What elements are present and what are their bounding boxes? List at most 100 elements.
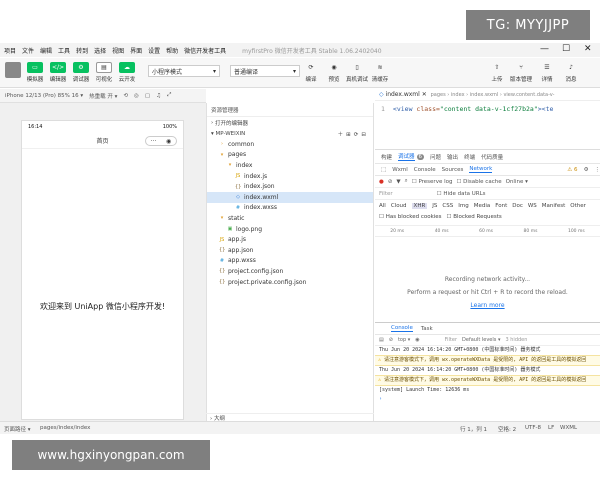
minimize-icon[interactable]: — bbox=[540, 44, 549, 54]
warning-count[interactable]: ⚠ 6 bbox=[567, 167, 577, 173]
page-path-label[interactable]: 页面路径 ▾ bbox=[4, 425, 31, 433]
capsule-close-icon[interactable]: ◉ bbox=[166, 138, 171, 145]
menu-item[interactable]: 文件 bbox=[22, 46, 34, 55]
type-filter[interactable]: JS bbox=[432, 203, 437, 209]
device-select[interactable]: iPhone 12/13 (Pro) 85% 16 ▾ bbox=[5, 93, 83, 99]
type-filter[interactable]: Manifest bbox=[542, 203, 565, 209]
tree-item[interactable]: # index.wxss bbox=[207, 203, 373, 214]
simulator-button[interactable]: ▭ 模拟器 bbox=[24, 62, 46, 83]
devtools-tab[interactable]: 输出 bbox=[447, 153, 458, 161]
tree-item[interactable]: ◇ index.wxml bbox=[207, 191, 373, 203]
record-icon[interactable]: ◎ bbox=[134, 93, 139, 99]
devtools-subtab[interactable]: Wxml bbox=[392, 167, 408, 173]
devtools-subtab[interactable]: Sources bbox=[442, 167, 464, 173]
menu-item[interactable]: 设置 bbox=[148, 46, 160, 55]
throttle-select[interactable]: Online ▾ bbox=[506, 179, 528, 185]
messages-button[interactable]: ♪ 消息 bbox=[560, 62, 582, 83]
devtools-tab[interactable]: 代码质量 bbox=[481, 153, 503, 161]
menu-item[interactable]: 项目 bbox=[4, 46, 16, 55]
tree-item[interactable]: {} index.json bbox=[207, 181, 373, 192]
tree-item[interactable]: {} project.config.json bbox=[207, 266, 373, 277]
eol[interactable]: LF bbox=[548, 425, 554, 431]
explorer-actions-icon[interactable]: ＋⊞⟳⊟ bbox=[338, 130, 369, 138]
clear-cache-button[interactable]: ≋ 清缓存 bbox=[369, 62, 391, 83]
gear-icon[interactable]: ⚙ bbox=[584, 167, 589, 173]
console-tab[interactable]: Task bbox=[421, 326, 433, 332]
tree-item[interactable]: # app.wxss bbox=[207, 256, 373, 267]
debugger-button[interactable]: ⚙ 调试器 bbox=[70, 62, 92, 83]
tree-item[interactable]: ▾ index bbox=[207, 160, 373, 171]
compile-button[interactable]: ⟳ 编译 bbox=[300, 62, 322, 83]
clear-icon[interactable]: ⊘ bbox=[388, 179, 393, 185]
tree-item[interactable]: ▾ pages bbox=[207, 150, 373, 161]
cloud-button[interactable]: ☁ 云开发 bbox=[116, 62, 138, 83]
inspect-icon[interactable]: ⬚ bbox=[381, 167, 386, 173]
menu-item[interactable]: 选择 bbox=[94, 46, 106, 55]
type-filter[interactable]: Other bbox=[570, 203, 586, 209]
console-filter-input[interactable]: Filter bbox=[445, 337, 457, 343]
disable-cache-checkbox[interactable]: ☐ Disable cache bbox=[456, 179, 501, 185]
type-filter[interactable]: Media bbox=[474, 203, 491, 209]
version-button[interactable]: ⑂ 版本管理 bbox=[510, 62, 532, 83]
close-icon[interactable]: ✕ bbox=[584, 44, 592, 54]
open-editors-section[interactable]: › 打开的编辑器 bbox=[207, 117, 373, 128]
tree-item[interactable]: ▣ logo.png bbox=[207, 224, 373, 235]
volume-icon[interactable]: ♫ bbox=[156, 93, 161, 99]
rotate-icon[interactable]: ⟲ bbox=[123, 93, 128, 99]
tree-item[interactable]: {} app.json bbox=[207, 245, 373, 256]
type-filter[interactable]: All bbox=[379, 203, 386, 209]
devtools-tab[interactable]: 终端 bbox=[464, 153, 475, 161]
indent-setting[interactable]: 空格: 2 bbox=[498, 425, 516, 433]
outline-section[interactable]: › 大纲 bbox=[206, 413, 374, 422]
breadcrumb[interactable]: pages › index › index.wxml › view.conten… bbox=[431, 92, 555, 98]
devtools-tab[interactable]: 构建 bbox=[381, 153, 392, 161]
tree-item[interactable]: › common bbox=[207, 139, 373, 150]
menu-item[interactable]: 编辑 bbox=[40, 46, 52, 55]
menu-item[interactable]: 帮助 bbox=[166, 46, 178, 55]
devtools-subtab[interactable]: Console bbox=[414, 167, 436, 173]
menu-item[interactable]: 界面 bbox=[130, 46, 142, 55]
type-filter[interactable]: Img bbox=[458, 203, 468, 209]
console-prompt[interactable]: › bbox=[375, 395, 600, 404]
levels-select[interactable]: Default levels ▾ bbox=[462, 337, 500, 343]
maximize-icon[interactable]: ☐ bbox=[562, 44, 570, 54]
filter-icon[interactable]: ▼ bbox=[396, 179, 400, 185]
details-button[interactable]: ☰ 详情 bbox=[536, 62, 558, 83]
type-filter[interactable]: Cloud bbox=[391, 203, 407, 209]
expand-icon[interactable]: ⤢ bbox=[167, 92, 171, 99]
devtools-tab[interactable]: 调试器 bbox=[398, 152, 415, 161]
clear-console-icon[interactable]: ⊘ bbox=[389, 337, 393, 343]
code-line[interactable]: 1 <view class="content data-v-1cf27b2a"><… bbox=[375, 101, 600, 117]
cursor-position[interactable]: 行 1，列 1 bbox=[460, 425, 487, 433]
encoding[interactable]: UTF-8 bbox=[525, 425, 541, 431]
hide-data-urls-checkbox[interactable]: ☐ Hide data URLs bbox=[437, 191, 486, 197]
context-select[interactable]: top ▾ bbox=[398, 337, 410, 343]
editor-button[interactable]: </> 编辑器 bbox=[47, 62, 69, 83]
eye-icon[interactable]: ◉ bbox=[415, 337, 419, 343]
tree-item[interactable]: JS index.js bbox=[207, 171, 373, 182]
tree-item[interactable]: {} project.private.config.json bbox=[207, 277, 373, 288]
blocked-cookies-checkbox[interactable]: ☐ Has blocked cookies bbox=[379, 214, 442, 220]
tree-item[interactable]: ▾ static bbox=[207, 213, 373, 224]
menu-item[interactable]: 工具 bbox=[58, 46, 70, 55]
devtools-tab[interactable]: 问题 bbox=[430, 153, 441, 161]
type-filter[interactable]: CSS bbox=[442, 203, 453, 209]
page-path[interactable]: pages/index/index bbox=[40, 425, 90, 431]
record-icon[interactable]: ● bbox=[379, 179, 384, 185]
preview-button[interactable]: ◉ 预览 bbox=[323, 62, 345, 83]
language-mode[interactable]: WXML bbox=[560, 425, 577, 431]
type-filter[interactable]: Font bbox=[495, 203, 507, 209]
tree-item[interactable]: JS app.js bbox=[207, 234, 373, 245]
learn-more-link[interactable]: Learn more bbox=[375, 302, 600, 309]
more-icon[interactable]: ··· bbox=[151, 138, 157, 145]
blocked-requests-checkbox[interactable]: ☐ Blocked Requests bbox=[447, 214, 502, 220]
tab-close-icon[interactable]: ✕ bbox=[420, 91, 431, 98]
mode-select[interactable]: 小程序模式 ▾ bbox=[148, 65, 220, 77]
more-icon[interactable]: ⋮ bbox=[595, 167, 600, 173]
editor-tab[interactable]: index.wxml bbox=[386, 91, 420, 98]
sidebar-toggle-icon[interactable]: ▤ bbox=[379, 337, 384, 343]
real-debug-button[interactable]: ▯ 真机调试 bbox=[346, 62, 368, 83]
type-filter[interactable]: WS bbox=[528, 203, 537, 209]
filter-input[interactable]: Filter bbox=[379, 191, 393, 197]
devtools-subtab[interactable]: Network bbox=[469, 166, 493, 173]
